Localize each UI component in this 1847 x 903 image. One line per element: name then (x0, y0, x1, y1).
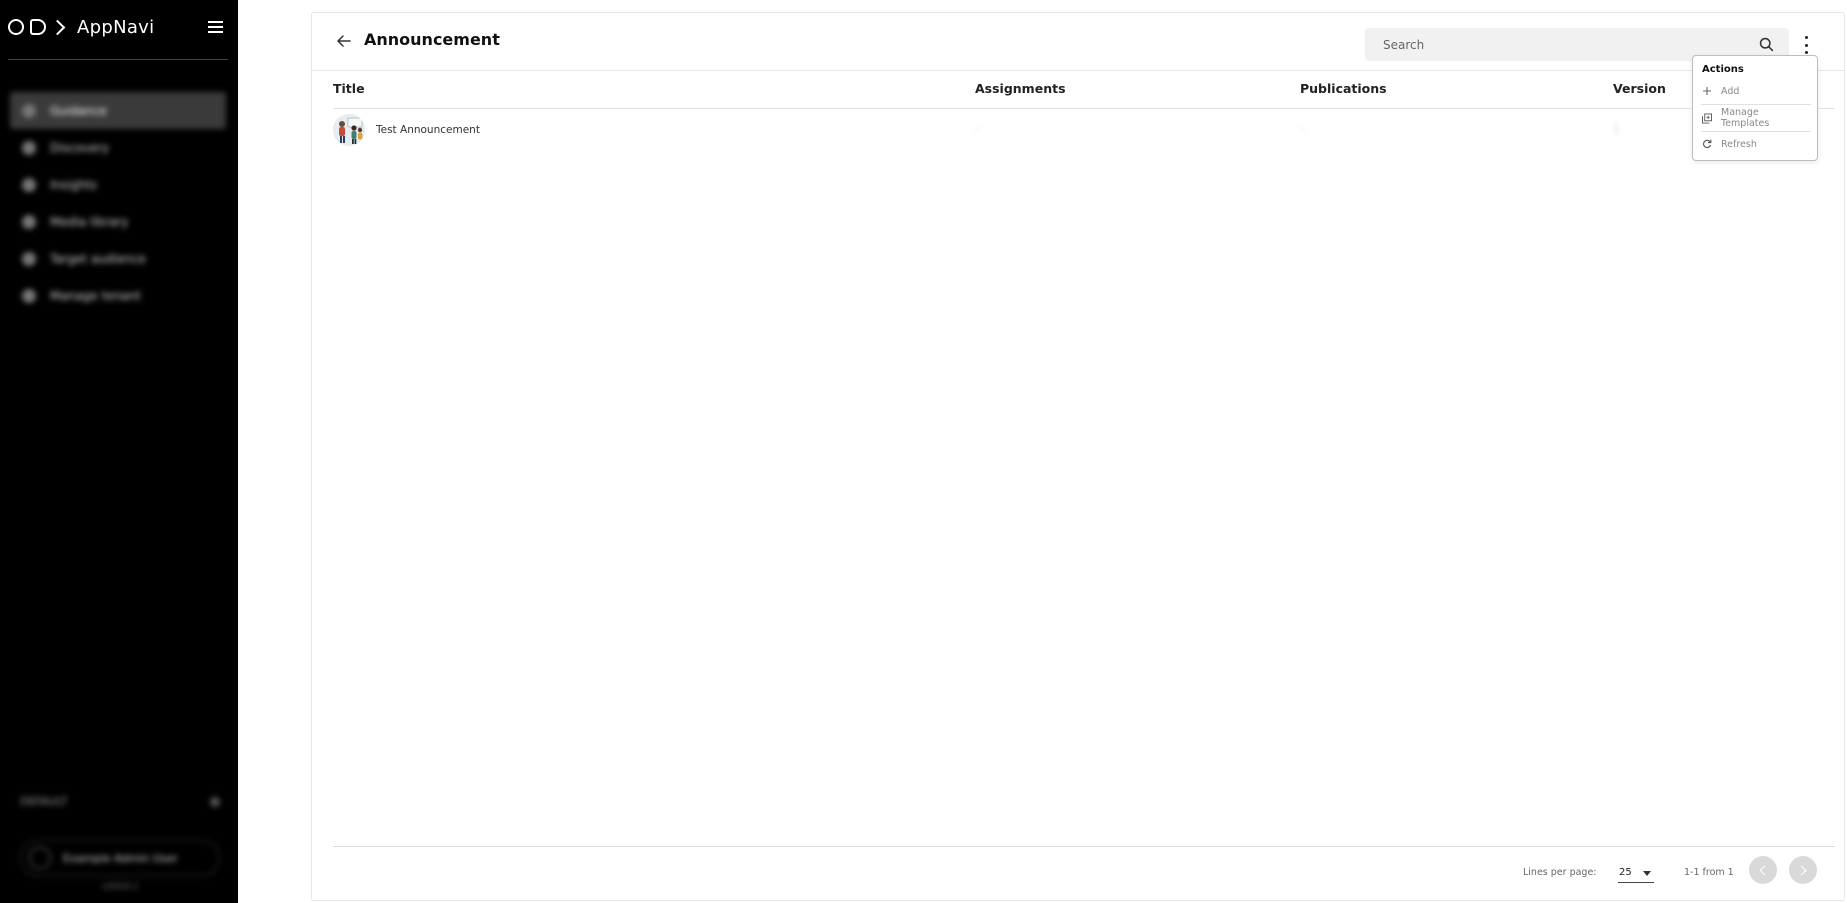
guidance-icon (22, 103, 36, 118)
logo-mark-icon (8, 19, 66, 35)
menu-item-manage-templates[interactable]: Manage Templates (1702, 107, 1810, 129)
sidebar-item-label: Guidance (50, 103, 107, 118)
sidebar: AppNavi Guidance Discovery Insights Medi… (0, 0, 238, 903)
sidebar-divider (8, 59, 228, 60)
sidebar-item-label: Target audience (50, 251, 146, 266)
lines-per-page-label: Lines per page: (1523, 867, 1597, 878)
app-logo[interactable]: AppNavi (8, 14, 154, 40)
sidebar-item-media-library[interactable]: Media library (10, 203, 226, 240)
column-header-assignments[interactable]: Assignments (975, 81, 1066, 96)
previous-page-button[interactable] (1749, 856, 1777, 884)
refresh-icon (1702, 139, 1712, 149)
sidebar-item-guidance[interactable]: Guidance (10, 92, 226, 129)
announcement-thumbnail (333, 114, 365, 146)
header-divider (312, 70, 1844, 71)
plus-icon (1702, 86, 1712, 96)
version-cell: 1 (1613, 124, 1620, 135)
sidebar-item-discovery[interactable]: Discovery (10, 129, 226, 166)
search-icon (22, 140, 36, 155)
page-size-select[interactable]: 25 (1618, 863, 1654, 883)
search-input[interactable] (1383, 37, 1743, 52)
sidebar-item-insights[interactable]: Insights (10, 166, 226, 203)
column-header-version[interactable]: Version (1613, 81, 1666, 96)
sidebar-item-target-audience[interactable]: Target audience (10, 240, 226, 277)
search-icon[interactable] (1758, 36, 1775, 53)
chevron-right-icon (1796, 865, 1807, 875)
insights-icon (22, 177, 36, 192)
menu-item-label: Refresh (1721, 138, 1757, 150)
publications-cell: – (1300, 124, 1305, 135)
sidebar-item-label: Insights (50, 177, 97, 192)
menu-separator (1701, 104, 1811, 105)
announcement-title[interactable]: Test Announcement (376, 124, 480, 136)
back-arrow-icon[interactable] (334, 31, 354, 51)
templates-icon (1702, 113, 1712, 123)
user-name: Example Admin User (63, 851, 178, 865)
sidebar-item-label: Manage tenant (50, 288, 141, 303)
column-header-title[interactable]: Title (333, 81, 365, 96)
menu-toggle-icon[interactable] (208, 21, 223, 33)
column-header-publications[interactable]: Publications (1300, 81, 1387, 96)
menu-item-label: Manage Templates (1721, 107, 1770, 129)
avatar (29, 847, 51, 869)
menu-item-add[interactable]: Add (1702, 81, 1810, 101)
announcement-card: Announcement Title Assignments Publicati… (311, 12, 1845, 901)
page-title: Announcement (364, 30, 500, 49)
page-range-text: 1-1 from 1 (1684, 867, 1734, 878)
menu-item-label: Add (1721, 85, 1740, 97)
table-header-divider (333, 108, 1835, 109)
footer-divider (333, 846, 1835, 847)
caret-down-icon (1643, 871, 1651, 876)
media-icon (22, 214, 36, 229)
tenant-label: DEFAULT (20, 795, 68, 808)
sidebar-nav: Guidance Discovery Insights Media librar… (10, 92, 226, 314)
more-actions-icon[interactable] (1800, 36, 1812, 54)
sidebar-footer: DEFAULT Example Admin User v2024.1 (20, 795, 220, 892)
next-page-button[interactable] (1789, 856, 1817, 884)
tenant-switch-icon[interactable] (210, 796, 220, 807)
menu-item-refresh[interactable]: Refresh (1702, 134, 1810, 154)
chevron-left-icon (1759, 865, 1770, 875)
sidebar-item-manage-tenant[interactable]: Manage tenant (10, 277, 226, 314)
sidebar-item-label: Discovery (50, 140, 110, 155)
actions-menu: Actions Add Manage Templates Refresh (1692, 55, 1818, 161)
actions-menu-title: Actions (1702, 64, 1744, 75)
sidebar-item-label: Media library (50, 214, 129, 229)
page-size-value: 25 (1619, 867, 1632, 878)
app-version: v2024.1 (101, 882, 139, 892)
menu-separator (1701, 131, 1811, 132)
assignments-cell: – (975, 124, 980, 135)
gear-icon (22, 288, 36, 303)
table-row[interactable]: Test Announcement – – 1 (333, 113, 1835, 149)
audience-icon (22, 251, 36, 266)
app-name: AppNavi (77, 16, 155, 38)
user-profile-button[interactable]: Example Admin User (20, 840, 220, 876)
